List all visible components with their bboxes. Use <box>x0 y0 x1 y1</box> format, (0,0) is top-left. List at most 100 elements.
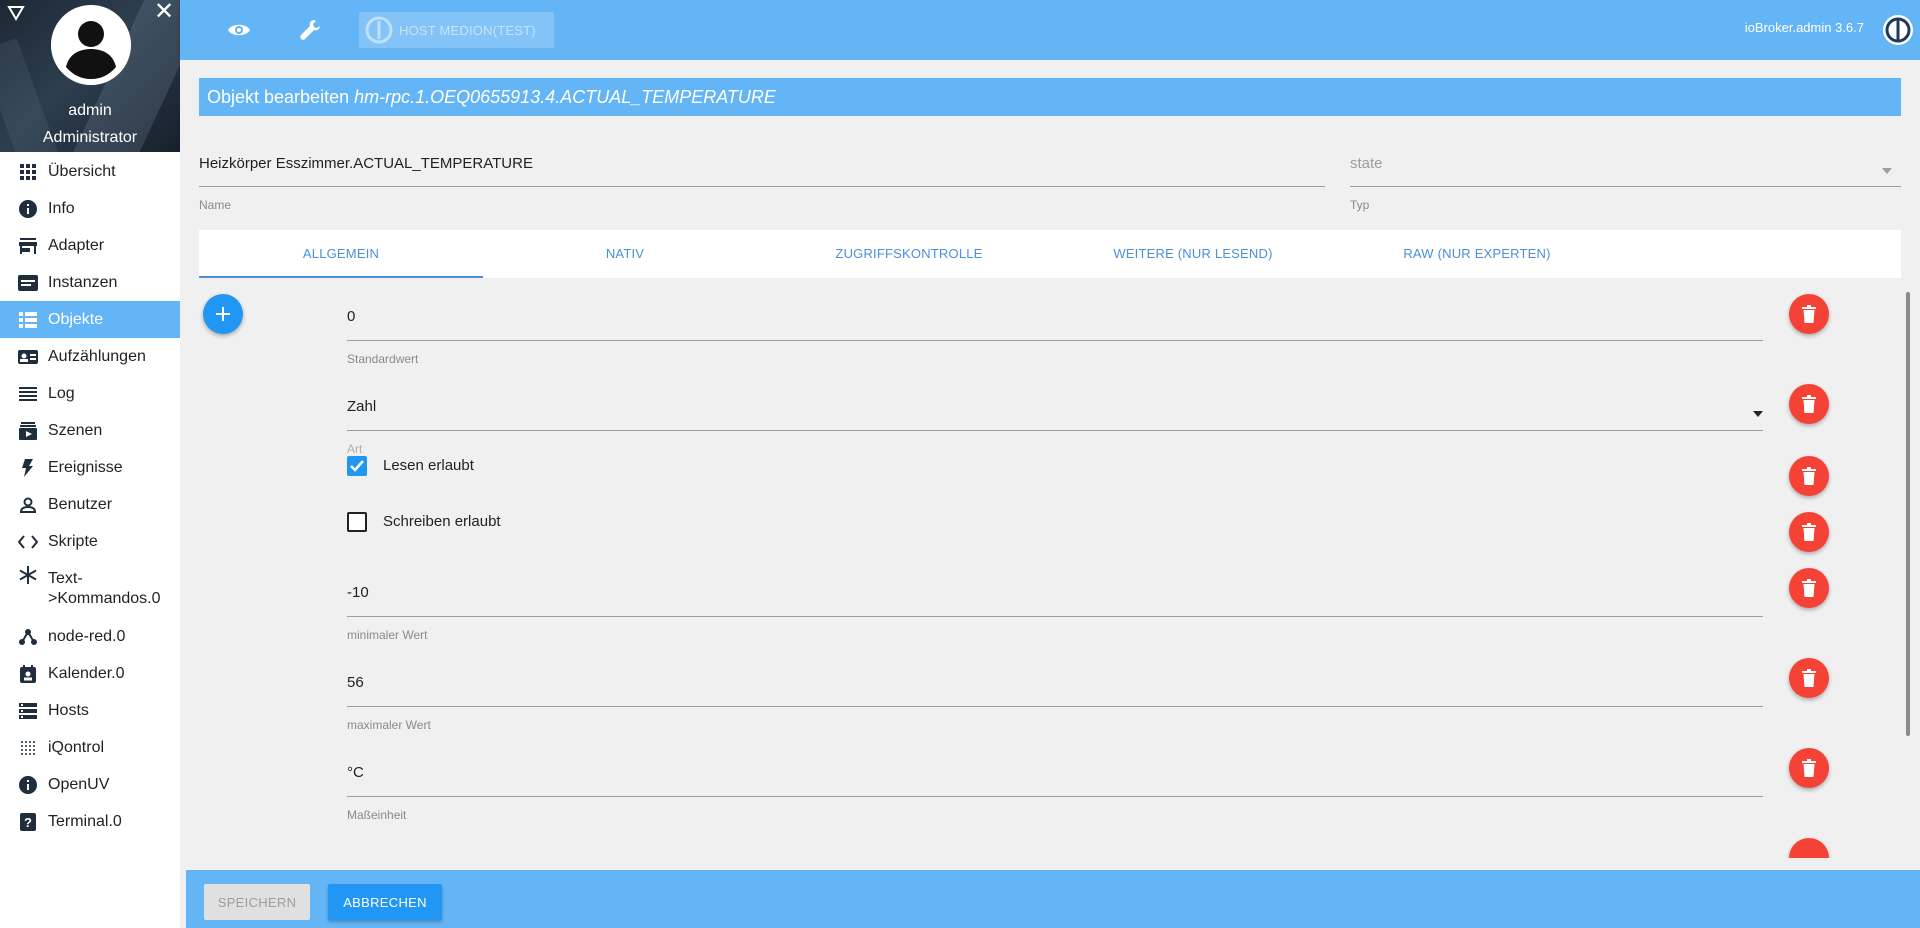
type-select-input[interactable]: Zahl <box>347 398 376 415</box>
delete-max-button[interactable] <box>1789 658 1829 698</box>
sidebar-item-label: node-red.0 <box>48 627 126 645</box>
read-label: Lesen erlaubt <box>383 457 474 474</box>
tab-raw[interactable]: RAW (NUR EXPERTEN) <box>1335 230 1619 278</box>
delete-type-button[interactable] <box>1789 384 1829 424</box>
dialog-title: Objekt bearbeiten hm-rpc.1.OEQ0655913.4.… <box>199 78 1901 116</box>
sidebar-item-aufzaehlungen[interactable]: Aufzählungen <box>0 338 180 375</box>
sidebar-item-terminal[interactable]: ? Terminal.0 <box>0 803 180 840</box>
sidebar-item-objekte[interactable]: Objekte <box>0 301 180 338</box>
delete-read-button[interactable] <box>1789 456 1829 496</box>
min-value-input[interactable]: -10 <box>347 584 369 601</box>
cancel-button[interactable]: ABBRECHEN <box>328 884 442 920</box>
delete-unit-button[interactable] <box>1789 748 1829 788</box>
sidebar-item-label: Benutzer <box>48 495 113 513</box>
save-button[interactable]: SPEICHERN <box>204 884 310 920</box>
scroll-thumb[interactable] <box>1906 292 1910 736</box>
store-icon <box>18 236 38 256</box>
add-attribute-button[interactable] <box>203 294 243 334</box>
info-icon <box>18 199 38 219</box>
tab-weitere[interactable]: WEITERE (NUR LESEND) <box>1051 230 1335 278</box>
delete-default-button[interactable] <box>1789 294 1829 334</box>
content-scrollbar[interactable] <box>1906 292 1912 854</box>
tab-zugriffskontrolle[interactable]: ZUGRIFFSKONTROLLE <box>767 230 1051 278</box>
sidebar-item-label: Info <box>48 199 75 217</box>
sidebar-item-adapter[interactable]: Adapter <box>0 227 180 264</box>
sidebar-item-instanzen[interactable]: Instanzen <box>0 264 180 301</box>
check-icon <box>350 460 364 472</box>
sidebar-item-text-kommandos[interactable]: Text->Kommandos.0 <box>0 562 180 614</box>
min-value-underline <box>347 616 1763 617</box>
sidebar-item-log[interactable]: Log <box>0 375 180 412</box>
delete-write-button[interactable] <box>1789 512 1829 552</box>
user-name: admin <box>68 102 112 119</box>
chevron-down-icon[interactable] <box>1882 161 1892 179</box>
host-selector[interactable]: HOST MEDION(TEST) <box>359 12 554 48</box>
sidebar-item-label: Log <box>48 384 75 402</box>
sidebar-item-iqontrol[interactable]: iQontrol <box>0 729 180 766</box>
sidebar-item-info[interactable]: Info <box>0 190 180 227</box>
default-value-label: Standardwert <box>347 352 419 366</box>
chevron-down-icon[interactable] <box>1753 404 1763 422</box>
sidebar-item-ereignisse[interactable]: Ereignisse <box>0 449 180 486</box>
type-select[interactable]: state <box>1350 155 1383 172</box>
tab-bar: ALLGEMEIN NATIV ZUGRIFFSKONTROLLE WEITER… <box>199 230 1901 278</box>
eye-icon[interactable] <box>223 14 255 46</box>
version-label: ioBroker.admin 3.6.7 <box>1744 20 1864 35</box>
type-label: Typ <box>1350 198 1370 212</box>
dialog-footer: SPEICHERN ABBRECHEN <box>186 870 1920 928</box>
close-sidebar-icon[interactable]: ✕ <box>152 0 176 25</box>
info-icon <box>18 775 38 795</box>
sidebar-item-label: Hosts <box>48 701 89 719</box>
grid-icon <box>18 162 38 182</box>
host-label: HOST MEDION(TEST) <box>399 22 536 38</box>
sidebar-item-uebersicht[interactable]: Übersicht <box>0 153 180 190</box>
delete-min-button[interactable] <box>1789 568 1829 608</box>
write-label: Schreiben erlaubt <box>383 513 501 530</box>
name-input[interactable]: Heizkörper Esszimmer.ACTUAL_TEMPERATURE <box>199 155 1325 172</box>
type-underline <box>1350 186 1901 187</box>
delete-next-button[interactable] <box>1789 838 1829 858</box>
write-checkbox[interactable] <box>347 512 367 532</box>
sidebar-item-hosts[interactable]: Hosts <box>0 692 180 729</box>
read-checkbox[interactable] <box>347 456 367 476</box>
sidebar-item-openuv[interactable]: OpenUV <box>0 766 180 803</box>
sidebar-item-label: Übersicht <box>48 162 116 180</box>
sidebar-item-label: Text->Kommandos.0 <box>48 570 161 607</box>
sidebar-item-benutzer[interactable]: Benutzer <box>0 486 180 523</box>
default-value-input[interactable]: 0 <box>347 308 355 325</box>
sidebar-item-label: Adapter <box>48 236 105 254</box>
help-icon: ? <box>18 812 38 832</box>
object-id: hm-rpc.1.OEQ0655913.4.ACTUAL_TEMPERATURE <box>354 87 776 107</box>
default-value-underline <box>347 340 1763 341</box>
unit-input[interactable]: °C <box>347 764 364 781</box>
name-label: Name <box>199 198 232 212</box>
sidebar-item-skripte[interactable]: Skripte <box>0 523 180 560</box>
avatar[interactable] <box>51 5 131 85</box>
node-icon <box>18 627 38 647</box>
tab-nativ[interactable]: NATIV <box>483 230 767 278</box>
main-content: Objekt bearbeiten hm-rpc.1.OEQ0655913.4.… <box>180 60 1920 928</box>
svg-text:?: ? <box>24 815 32 830</box>
flash-icon <box>18 458 38 478</box>
collapse-menu-icon[interactable] <box>7 4 27 24</box>
sidebar-item-label: Objekte <box>48 310 104 328</box>
wrench-icon[interactable] <box>295 14 327 46</box>
max-value-underline <box>347 706 1763 707</box>
tab-allgemein[interactable]: ALLGEMEIN <box>199 230 483 278</box>
sidebar-item-kalender[interactable]: Kalender.0 <box>0 655 180 692</box>
name-underline <box>199 186 1325 187</box>
iobroker-logo-icon <box>365 16 393 49</box>
hosts-icon <box>18 701 38 721</box>
sidebar-item-label: Terminal.0 <box>48 812 122 830</box>
sidebar-item-szenen[interactable]: Szenen <box>0 412 180 449</box>
sidebar-item-node-red[interactable]: node-red.0 <box>0 618 180 655</box>
sidebar: ✕ admin Administrator Übersicht Info Ada… <box>0 0 180 928</box>
dots-grid-icon <box>18 738 38 758</box>
max-value-input[interactable]: 56 <box>347 674 364 691</box>
iobroker-logo-icon <box>1882 14 1914 46</box>
snowflake-icon <box>18 565 38 585</box>
sidebar-item-label: Szenen <box>48 421 103 439</box>
dialog-title-prefix: Objekt bearbeiten <box>207 87 350 107</box>
user-role: Administrator <box>42 129 138 146</box>
top-bar: HOST MEDION(TEST) ioBroker.admin 3.6.7 <box>180 0 1920 60</box>
